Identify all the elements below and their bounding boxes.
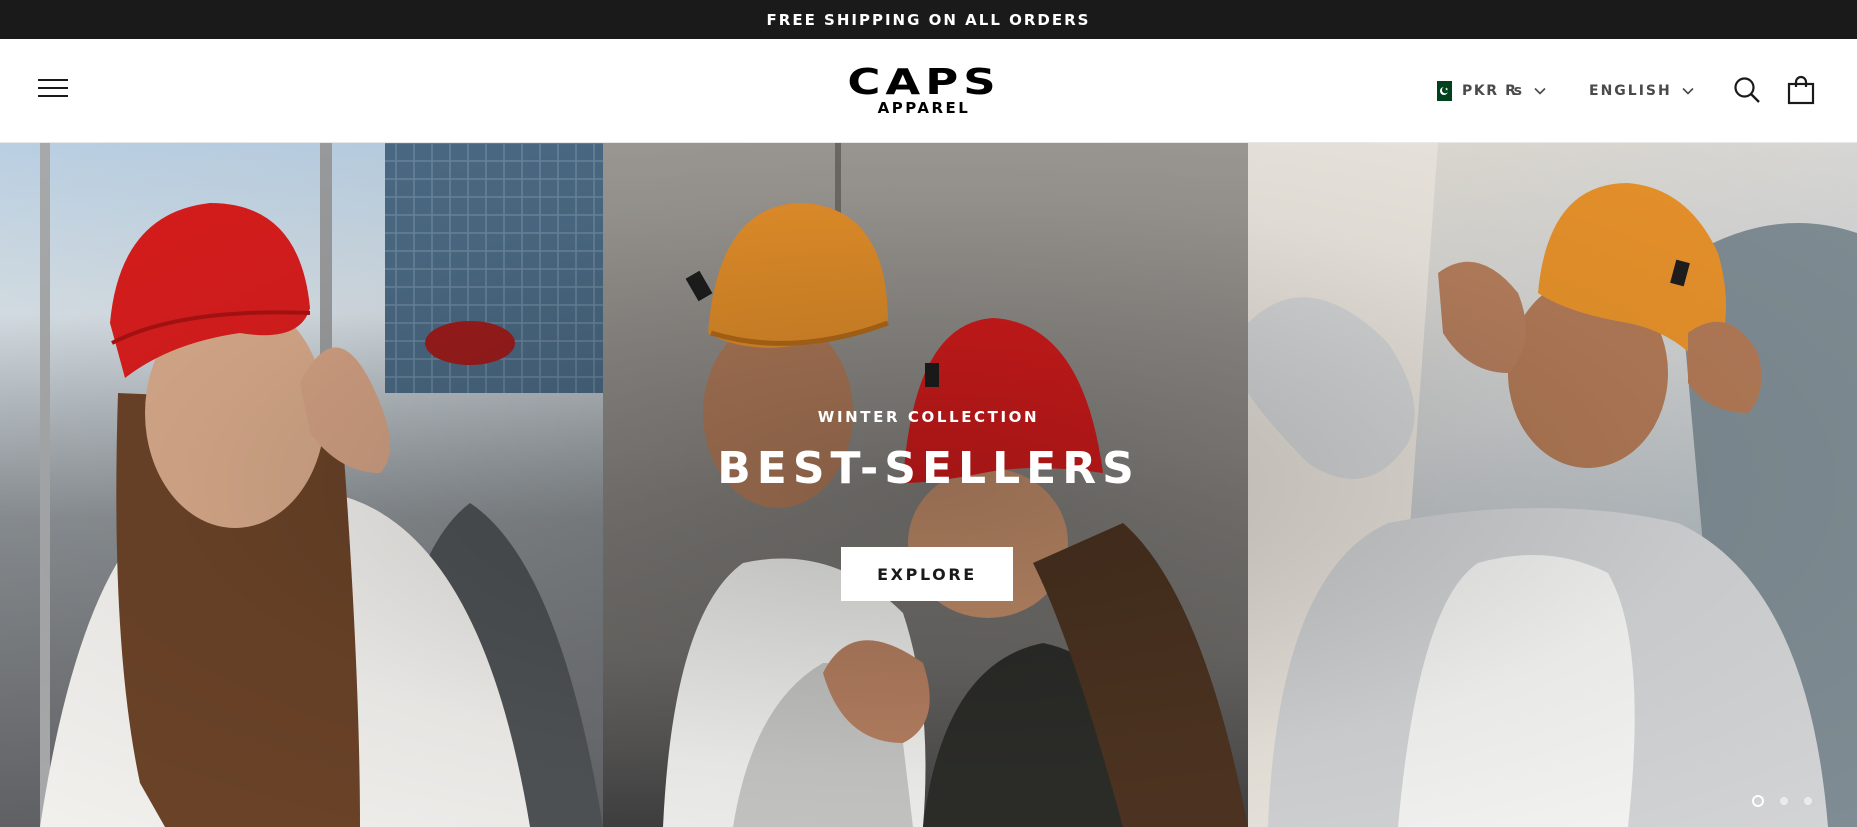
shopping-bag-icon[interactable] (1787, 75, 1815, 105)
announcement-text: FREE SHIPPING ON ALL ORDERS (766, 10, 1091, 29)
explore-button[interactable]: EXPLORE (841, 547, 1013, 601)
language-label: ENGLISH (1589, 83, 1672, 99)
site-header: CAPS APPAREL PKR ₨ ENGLISH (0, 39, 1857, 143)
language-selector[interactable]: ENGLISH (1589, 81, 1694, 101)
slide-dot-2[interactable] (1780, 797, 1788, 805)
pakistan-flag-icon (1432, 81, 1452, 101)
chevron-down-icon (1534, 87, 1546, 95)
chevron-down-icon (1682, 87, 1694, 95)
hero-subtitle: WINTER COLLECTION (817, 408, 1040, 426)
logo-main-text: CAPS (847, 62, 1001, 103)
hero-content: WINTER COLLECTION BEST-SELLERS EXPLORE (0, 143, 1857, 827)
hero-slideshow: WINTER COLLECTION BEST-SELLERS EXPLORE (0, 143, 1857, 827)
hero-title: BEST-SELLERS (717, 443, 1140, 494)
announcement-bar: FREE SHIPPING ON ALL ORDERS (0, 0, 1857, 39)
slide-dot-3[interactable] (1804, 797, 1812, 805)
search-icon[interactable] (1733, 76, 1761, 104)
slideshow-pagination (1752, 794, 1812, 808)
slide-dot-1[interactable] (1752, 795, 1764, 807)
currency-label: PKR ₨ (1462, 83, 1524, 99)
site-logo[interactable]: CAPS APPAREL (838, 65, 1010, 118)
menu-icon[interactable] (36, 75, 70, 101)
currency-selector[interactable]: PKR ₨ (1432, 81, 1546, 101)
